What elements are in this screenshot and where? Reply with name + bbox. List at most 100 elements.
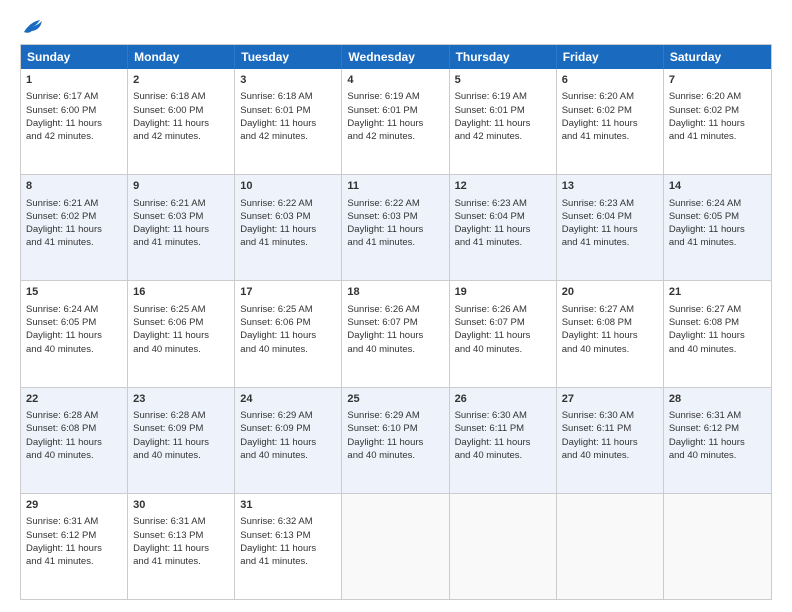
- day-number: 10: [240, 179, 336, 194]
- day-info: Sunset: 6:08 PM: [562, 316, 658, 329]
- day-info: Sunset: 6:05 PM: [26, 316, 122, 329]
- day-number: 27: [562, 392, 658, 407]
- day-info: Sunrise: 6:23 AM: [562, 197, 658, 210]
- day-number: 17: [240, 285, 336, 300]
- day-number: 20: [562, 285, 658, 300]
- calendar-day-29: 29Sunrise: 6:31 AMSunset: 6:12 PMDayligh…: [21, 494, 128, 599]
- day-info: Daylight: 11 hours: [347, 329, 443, 342]
- calendar-day-2: 2Sunrise: 6:18 AMSunset: 6:00 PMDaylight…: [128, 69, 235, 174]
- day-info: and 40 minutes.: [133, 343, 229, 356]
- calendar-day-20: 20Sunrise: 6:27 AMSunset: 6:08 PMDayligh…: [557, 281, 664, 386]
- day-number: 22: [26, 392, 122, 407]
- day-info: and 42 minutes.: [133, 130, 229, 143]
- day-info: Sunrise: 6:26 AM: [455, 303, 551, 316]
- calendar-day-21: 21Sunrise: 6:27 AMSunset: 6:08 PMDayligh…: [664, 281, 771, 386]
- calendar-day-24: 24Sunrise: 6:29 AMSunset: 6:09 PMDayligh…: [235, 388, 342, 493]
- day-info: and 41 minutes.: [669, 130, 766, 143]
- day-info: and 41 minutes.: [455, 236, 551, 249]
- day-info: Sunrise: 6:25 AM: [240, 303, 336, 316]
- day-info: and 41 minutes.: [26, 555, 122, 568]
- day-number: 24: [240, 392, 336, 407]
- day-number: 9: [133, 179, 229, 194]
- calendar-day-10: 10Sunrise: 6:22 AMSunset: 6:03 PMDayligh…: [235, 175, 342, 280]
- day-number: 31: [240, 498, 336, 513]
- day-info: Sunset: 6:01 PM: [347, 104, 443, 117]
- day-info: Sunrise: 6:22 AM: [240, 197, 336, 210]
- day-info: Sunset: 6:12 PM: [26, 529, 122, 542]
- calendar-week-3: 15Sunrise: 6:24 AMSunset: 6:05 PMDayligh…: [21, 281, 771, 387]
- day-info: Daylight: 11 hours: [347, 117, 443, 130]
- day-info: and 40 minutes.: [240, 343, 336, 356]
- day-info: Daylight: 11 hours: [455, 223, 551, 236]
- day-info: Sunset: 6:03 PM: [133, 210, 229, 223]
- day-info: Sunset: 6:07 PM: [347, 316, 443, 329]
- day-info: and 41 minutes.: [240, 555, 336, 568]
- calendar-header-monday: Monday: [128, 45, 235, 69]
- calendar-body: 1Sunrise: 6:17 AMSunset: 6:00 PMDaylight…: [21, 69, 771, 599]
- day-info: Sunrise: 6:24 AM: [669, 197, 766, 210]
- day-number: 30: [133, 498, 229, 513]
- day-number: 6: [562, 73, 658, 88]
- day-info: Sunrise: 6:22 AM: [347, 197, 443, 210]
- day-number: 29: [26, 498, 122, 513]
- day-info: and 40 minutes.: [669, 343, 766, 356]
- day-info: Daylight: 11 hours: [562, 329, 658, 342]
- day-info: Daylight: 11 hours: [562, 223, 658, 236]
- day-info: and 41 minutes.: [240, 236, 336, 249]
- day-number: 11: [347, 179, 443, 194]
- day-info: Daylight: 11 hours: [562, 436, 658, 449]
- day-info: Sunset: 6:10 PM: [347, 422, 443, 435]
- day-info: and 40 minutes.: [455, 449, 551, 462]
- day-info: Sunset: 6:01 PM: [455, 104, 551, 117]
- day-number: 5: [455, 73, 551, 88]
- calendar-day-19: 19Sunrise: 6:26 AMSunset: 6:07 PMDayligh…: [450, 281, 557, 386]
- day-info: Sunset: 6:04 PM: [562, 210, 658, 223]
- day-info: Sunset: 6:03 PM: [347, 210, 443, 223]
- day-info: Daylight: 11 hours: [133, 436, 229, 449]
- calendar-day-26: 26Sunrise: 6:30 AMSunset: 6:11 PMDayligh…: [450, 388, 557, 493]
- calendar-day-15: 15Sunrise: 6:24 AMSunset: 6:05 PMDayligh…: [21, 281, 128, 386]
- day-info: Sunrise: 6:27 AM: [669, 303, 766, 316]
- calendar-day-8: 8Sunrise: 6:21 AMSunset: 6:02 PMDaylight…: [21, 175, 128, 280]
- calendar-day-31: 31Sunrise: 6:32 AMSunset: 6:13 PMDayligh…: [235, 494, 342, 599]
- day-info: Sunset: 6:11 PM: [455, 422, 551, 435]
- day-info: Sunset: 6:05 PM: [669, 210, 766, 223]
- day-info: Sunrise: 6:18 AM: [133, 90, 229, 103]
- day-info: Sunrise: 6:31 AM: [26, 515, 122, 528]
- day-number: 16: [133, 285, 229, 300]
- calendar-empty: [342, 494, 449, 599]
- day-info: Sunset: 6:13 PM: [240, 529, 336, 542]
- day-info: and 41 minutes.: [562, 236, 658, 249]
- day-info: Sunrise: 6:20 AM: [562, 90, 658, 103]
- day-info: Daylight: 11 hours: [240, 223, 336, 236]
- calendar-day-3: 3Sunrise: 6:18 AMSunset: 6:01 PMDaylight…: [235, 69, 342, 174]
- day-info: Daylight: 11 hours: [133, 329, 229, 342]
- calendar-day-28: 28Sunrise: 6:31 AMSunset: 6:12 PMDayligh…: [664, 388, 771, 493]
- calendar-week-1: 1Sunrise: 6:17 AMSunset: 6:00 PMDaylight…: [21, 69, 771, 175]
- day-info: Daylight: 11 hours: [562, 117, 658, 130]
- day-info: and 42 minutes.: [26, 130, 122, 143]
- day-number: 28: [669, 392, 766, 407]
- day-info: Daylight: 11 hours: [347, 436, 443, 449]
- day-number: 1: [26, 73, 122, 88]
- calendar-day-12: 12Sunrise: 6:23 AMSunset: 6:04 PMDayligh…: [450, 175, 557, 280]
- day-info: Sunset: 6:11 PM: [562, 422, 658, 435]
- day-info: Sunrise: 6:25 AM: [133, 303, 229, 316]
- day-info: Daylight: 11 hours: [26, 223, 122, 236]
- day-info: Sunset: 6:09 PM: [133, 422, 229, 435]
- logo-text: [20, 18, 44, 36]
- calendar-day-13: 13 Sunrise: 6:23 AMSunset: 6:04 PMDayligh…: [557, 175, 664, 280]
- day-info: Sunset: 6:02 PM: [562, 104, 658, 117]
- calendar-header: SundayMondayTuesdayWednesdayThursdayFrid…: [21, 45, 771, 69]
- day-info: Sunset: 6:01 PM: [240, 104, 336, 117]
- day-number: 13: [562, 179, 658, 194]
- calendar-day-6: 6 Sunrise: 6:20 AMSunset: 6:02 PMDaylight…: [557, 69, 664, 174]
- day-info: and 42 minutes.: [455, 130, 551, 143]
- calendar-header-tuesday: Tuesday: [235, 45, 342, 69]
- day-info: and 41 minutes.: [347, 236, 443, 249]
- day-info: Daylight: 11 hours: [669, 117, 766, 130]
- day-info: Sunset: 6:07 PM: [455, 316, 551, 329]
- day-info: Daylight: 11 hours: [240, 329, 336, 342]
- day-info: Sunrise: 6:29 AM: [347, 409, 443, 422]
- day-number: 15: [26, 285, 122, 300]
